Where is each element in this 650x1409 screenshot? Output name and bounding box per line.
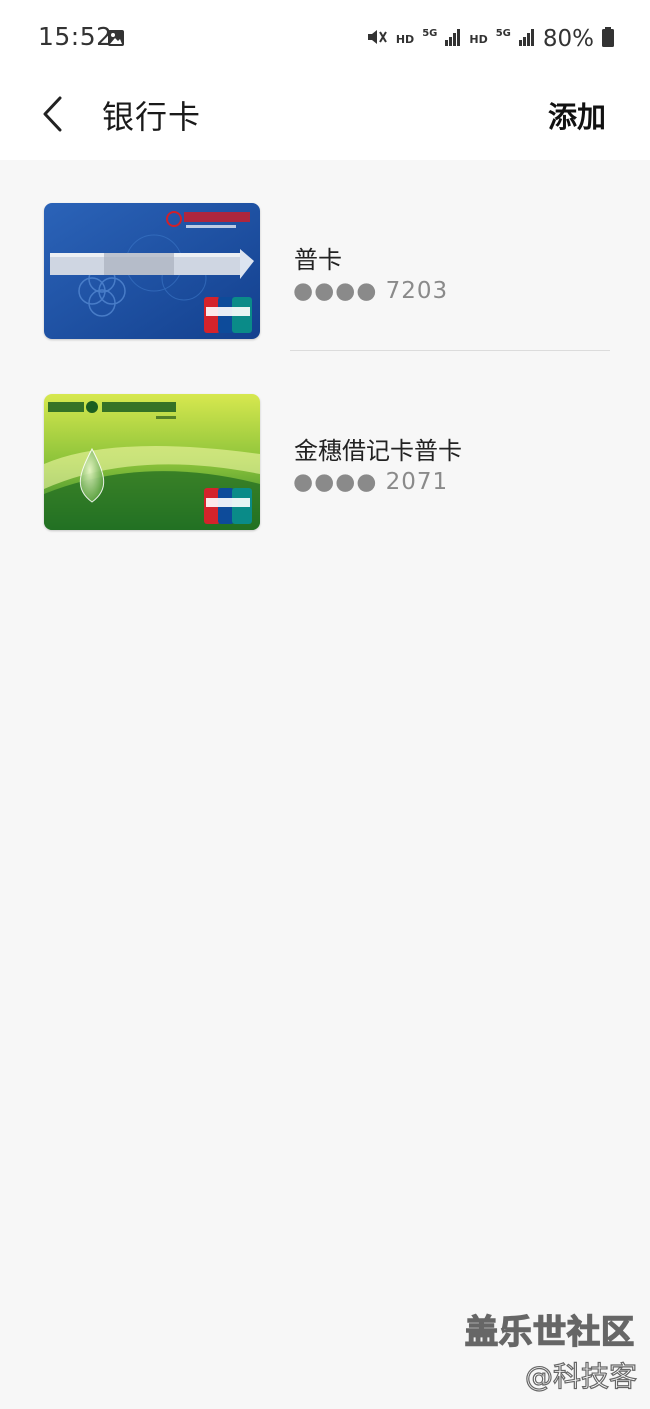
card-name: 金穗借记卡普卡 bbox=[294, 437, 462, 465]
add-button[interactable]: 添加 bbox=[548, 94, 606, 136]
chevron-left-icon bbox=[40, 95, 64, 137]
status-time: 15:52 bbox=[38, 22, 113, 51]
card-list: 普卡 ●●●● 7203 金穗借记卡普卡 ●●●● 2071 bbox=[0, 160, 650, 542]
citic-card-image bbox=[44, 203, 260, 339]
image-icon bbox=[107, 29, 125, 47]
card-number: ●●●● 2071 bbox=[293, 469, 449, 495]
watermark-main: 盖乐世社区 bbox=[464, 1311, 635, 1352]
mute-icon bbox=[366, 27, 388, 51]
signal-icon-2 bbox=[518, 28, 535, 50]
hd-badge-2: HD bbox=[469, 32, 488, 46]
signal-icon bbox=[445, 28, 461, 50]
list-item-card[interactable]: 普卡 ●●●● 7203 bbox=[0, 160, 650, 351]
app-bar: 银行卡 添加 bbox=[0, 76, 650, 160]
5g-badge-2: 5G bbox=[495, 28, 511, 39]
card-name: 普卡 bbox=[294, 246, 342, 274]
card-number: ●●●● 7203 bbox=[293, 278, 449, 304]
list-item-card[interactable]: 金穗借记卡普卡 ●●●● 2071 bbox=[0, 351, 650, 542]
back-button[interactable] bbox=[28, 90, 76, 142]
status-bar: 15:52 HD 5G HD 5G 80% bbox=[0, 0, 650, 76]
status-icons: HD 5G HD 5G 80% bbox=[366, 22, 614, 56]
battery-icon bbox=[602, 27, 614, 51]
5g-badge: 5G bbox=[422, 28, 438, 39]
page-title: 银行卡 bbox=[102, 98, 202, 136]
hd-badge: HD bbox=[395, 32, 415, 46]
battery-percent: 80% bbox=[542, 26, 594, 52]
watermark-sub: @科技客 bbox=[524, 1359, 637, 1393]
abc-card-image bbox=[44, 394, 260, 530]
